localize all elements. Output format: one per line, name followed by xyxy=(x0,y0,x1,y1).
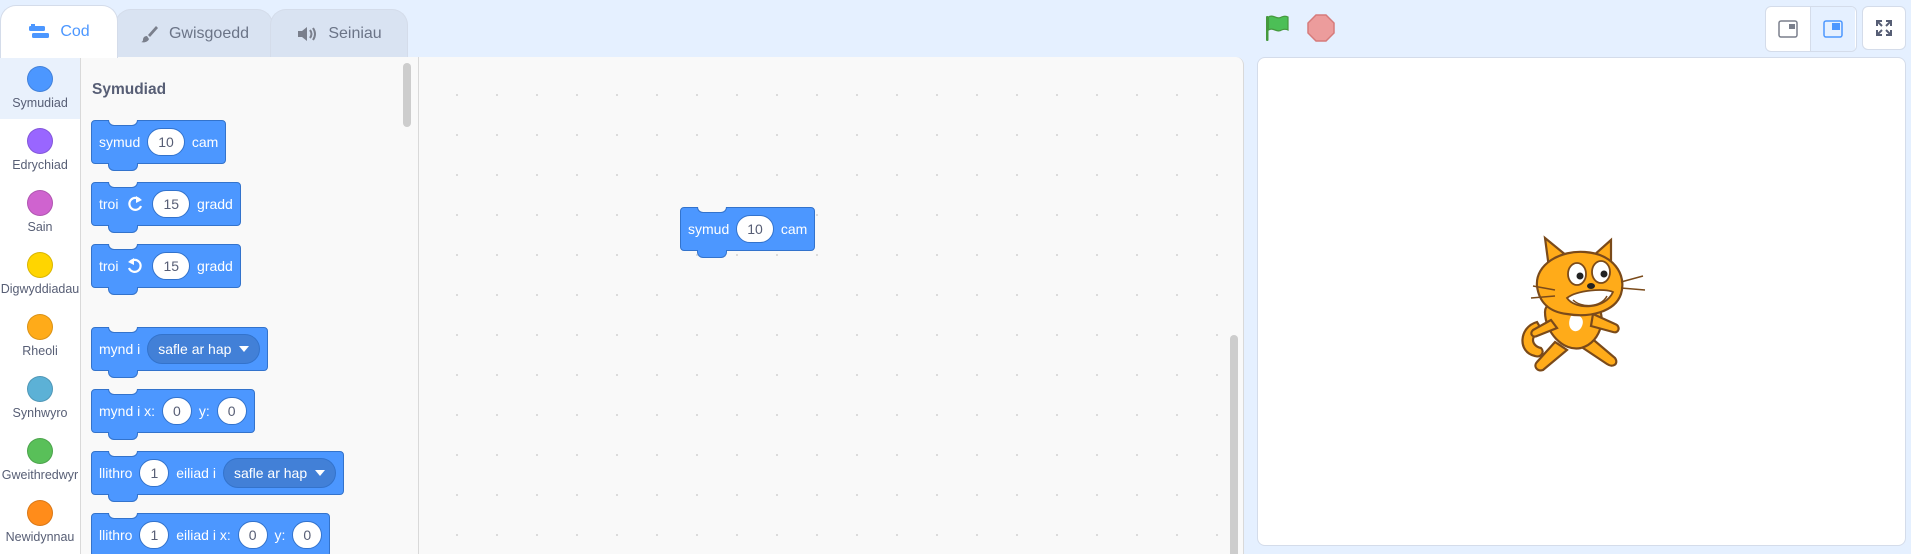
block-move-steps[interactable]: symud 10 cam xyxy=(91,120,227,171)
x-input[interactable]: 0 xyxy=(237,521,268,549)
category-motion-dot xyxy=(27,66,53,92)
block-text: troi xyxy=(99,258,119,274)
block-text: symud xyxy=(99,134,141,150)
block-glide-to[interactable]: llithro 1 eiliad i safle ar hap xyxy=(91,451,345,502)
category-sensing[interactable]: Synhwyro xyxy=(0,367,80,429)
rotate-left-icon xyxy=(128,258,143,273)
degrees-input[interactable]: 15 xyxy=(152,252,191,280)
block-text: mynd i x: xyxy=(99,403,156,419)
block-text: cam xyxy=(780,221,808,237)
workspace-block-move-steps[interactable]: symud 10 cam xyxy=(680,207,816,258)
target-dropdown[interactable]: safle ar hap xyxy=(147,334,261,364)
seconds-input[interactable]: 1 xyxy=(139,459,170,487)
category-control-dot xyxy=(27,314,53,340)
block-text: mynd i xyxy=(99,341,141,357)
block-turn-left[interactable]: troi 15 gradd xyxy=(91,244,241,295)
category-events-label: Digwyddiadau xyxy=(0,282,80,296)
category-operators-label: Gweithredwyr xyxy=(1,468,79,482)
y-input[interactable]: 0 xyxy=(216,397,247,425)
dropdown-caret-icon xyxy=(239,346,250,352)
block-text: gradd xyxy=(197,258,233,274)
tab-sounds[interactable]: Seiniau xyxy=(270,9,408,57)
code-icon xyxy=(29,24,50,38)
category-control-label: Rheoli xyxy=(22,344,58,358)
script-workspace[interactable]: symud 10 cam xyxy=(419,57,1244,554)
category-looks-label: Edrychiad xyxy=(12,158,68,172)
palette-title: Symudiad xyxy=(92,81,167,98)
tab-costumes[interactable]: Gwisgoedd xyxy=(115,9,273,57)
steps-input[interactable]: 10 xyxy=(736,215,774,243)
fullscreen-button[interactable] xyxy=(1862,6,1906,50)
block-text: eiliad i xyxy=(176,465,216,481)
rotate-right-icon xyxy=(128,196,143,211)
block-text: troi xyxy=(99,196,119,212)
block-turn-right[interactable]: troi 15 gradd xyxy=(91,182,241,233)
category-sound[interactable]: Sain xyxy=(0,181,80,243)
block-go-to[interactable]: mynd i safle ar hap xyxy=(91,327,269,378)
tab-sounds-label: Seiniau xyxy=(328,24,382,42)
category-variables-dot xyxy=(27,500,53,526)
block-text: llithro xyxy=(99,527,133,543)
block-text: y: xyxy=(198,403,210,419)
editor-tabs: Cod Gwisgoedd Seiniau xyxy=(0,0,420,58)
category-sound-label: Sain xyxy=(27,220,53,234)
category-variables[interactable]: Newidynnau xyxy=(0,491,80,553)
dropdown-value: safle ar hap xyxy=(158,341,232,357)
stage[interactable] xyxy=(1257,57,1906,546)
stage-size-toggle xyxy=(1765,6,1857,52)
brush-icon xyxy=(140,25,158,42)
x-input[interactable]: 0 xyxy=(162,397,192,425)
tab-costumes-label: Gwisgoedd xyxy=(168,24,250,42)
tab-code[interactable]: Cod xyxy=(0,5,118,58)
dropdown-caret-icon xyxy=(315,470,326,476)
tab-code-label: Cod xyxy=(60,23,90,40)
cat-sprite[interactable] xyxy=(1515,232,1653,376)
block-palette: Symudiad symud 10 cam troi 15 gradd troi… xyxy=(81,57,419,554)
category-menu: Symudiad Edrychiad Sain Digwyddiadau Rhe… xyxy=(0,57,81,554)
block-text: y: xyxy=(274,527,286,543)
category-looks[interactable]: Edrychiad xyxy=(0,119,80,181)
small-stage-icon xyxy=(1778,20,1798,38)
dropdown-value: safle ar hap xyxy=(233,465,308,481)
category-events[interactable]: Digwyddiadau xyxy=(0,243,80,305)
category-looks-dot xyxy=(27,128,53,154)
palette-scrollbar[interactable] xyxy=(403,63,411,127)
category-variables-label: Newidynnau xyxy=(5,530,75,544)
degrees-input[interactable]: 15 xyxy=(152,190,191,218)
category-motion[interactable]: Symudiad xyxy=(0,57,80,119)
block-text: symud xyxy=(688,221,730,237)
block-text: llithro xyxy=(99,465,133,481)
block-glide-to-xy[interactable]: llithro 1 eiliad i x: 0 y: 0 xyxy=(91,513,331,554)
block-go-to-xy[interactable]: mynd i x: 0 y: 0 xyxy=(91,389,255,440)
category-sensing-label: Synhwyro xyxy=(12,406,68,420)
block-text: eiliad i x: xyxy=(176,527,231,543)
normal-stage-icon xyxy=(1823,20,1843,38)
y-input[interactable]: 0 xyxy=(292,521,323,549)
small-stage-button[interactable] xyxy=(1766,7,1810,51)
target-dropdown[interactable]: safle ar hap xyxy=(222,458,337,488)
category-motion-label: Symudiad xyxy=(12,96,68,110)
speaker-icon xyxy=(298,26,317,41)
workspace-scrollbar[interactable] xyxy=(1230,335,1238,554)
fullscreen-icon xyxy=(1876,20,1892,36)
category-operators[interactable]: Gweithredwyr xyxy=(0,429,80,491)
normal-stage-button[interactable] xyxy=(1810,7,1855,51)
category-control[interactable]: Rheoli xyxy=(0,305,80,367)
category-sound-dot xyxy=(27,190,53,216)
category-operators-dot xyxy=(27,438,53,464)
green-flag-icon[interactable] xyxy=(1263,14,1291,42)
block-text: gradd xyxy=(197,196,233,212)
block-text: cam xyxy=(191,134,219,150)
stop-icon[interactable] xyxy=(1307,14,1335,42)
seconds-input[interactable]: 1 xyxy=(139,521,170,549)
category-sensing-dot xyxy=(27,376,53,402)
steps-input[interactable]: 10 xyxy=(147,128,185,156)
category-events-dot xyxy=(27,252,53,278)
